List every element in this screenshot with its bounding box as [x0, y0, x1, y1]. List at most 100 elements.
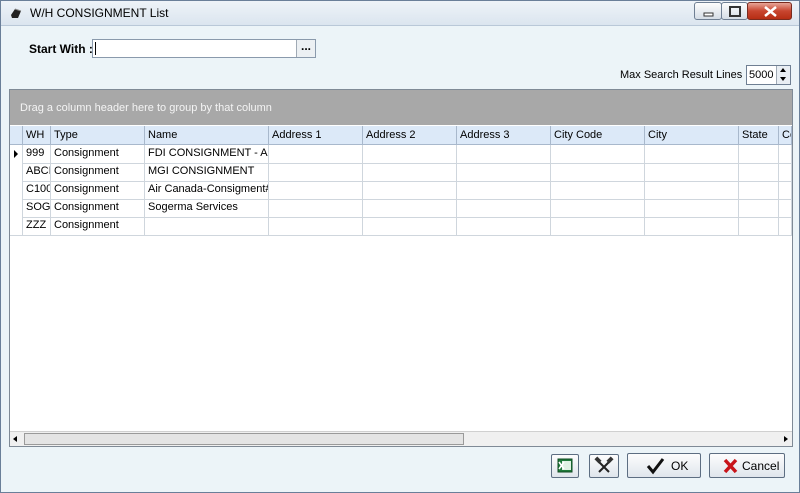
maximize-icon — [729, 6, 741, 17]
column-header-address-2[interactable]: Address 2 — [363, 126, 457, 144]
start-with-input[interactable]: ... — [92, 39, 316, 58]
minimize-button[interactable] — [694, 2, 722, 20]
cell-state[interactable] — [739, 181, 779, 199]
cell-address-3[interactable] — [457, 145, 551, 163]
cell-country[interactable] — [779, 217, 792, 235]
column-header-city-code[interactable]: City Code — [551, 126, 645, 144]
cell-city[interactable] — [645, 217, 739, 235]
column-header-wh[interactable]: WH — [23, 126, 51, 144]
column-header-city[interactable]: City — [645, 126, 739, 144]
cell-address-3[interactable] — [457, 199, 551, 217]
cell-type[interactable]: Consignment — [51, 145, 145, 163]
table-row[interactable]: SOG Consignment Sogerma Services — [10, 199, 792, 218]
cell-city[interactable] — [645, 145, 739, 163]
cell-country[interactable] — [779, 163, 792, 181]
minimize-icon — [703, 12, 714, 17]
tools-icon — [594, 456, 614, 473]
cell-city-code[interactable] — [551, 217, 645, 235]
close-button[interactable] — [747, 2, 792, 20]
cell-address-3[interactable] — [457, 163, 551, 181]
spin-down-arrow-icon[interactable] — [776, 75, 790, 84]
cancel-label: Cancel — [742, 459, 780, 473]
grid-header-row: WH Type Name Address 1 Address 2 Address… — [10, 126, 792, 145]
column-header-address-3[interactable]: Address 3 — [457, 126, 551, 144]
cell-address-2[interactable] — [363, 181, 457, 199]
cell-type[interactable]: Consignment — [51, 163, 145, 181]
cell-country[interactable] — [779, 145, 792, 163]
row-selector[interactable] — [10, 163, 23, 181]
cell-city-code[interactable] — [551, 163, 645, 181]
cell-address-1[interactable] — [269, 145, 363, 163]
table-row[interactable]: C100 Consignment Air Canada-Consigment#5 — [10, 181, 792, 200]
consignment-grid[interactable]: Drag a column header here to group by th… — [9, 89, 793, 447]
cell-type[interactable]: Consignment — [51, 181, 145, 199]
maximize-button[interactable] — [721, 2, 748, 20]
cell-city[interactable] — [645, 199, 739, 217]
scrollbar-thumb[interactable] — [24, 433, 464, 445]
column-header-name[interactable]: Name — [145, 126, 269, 144]
row-selector[interactable] — [10, 217, 23, 235]
cell-address-3[interactable] — [457, 217, 551, 235]
row-selector-header — [10, 126, 23, 144]
cell-wh[interactable]: ZZZ — [23, 217, 51, 235]
browse-ellipsis-button[interactable]: ... — [296, 40, 315, 57]
row-selector[interactable] — [10, 145, 23, 163]
cell-state[interactable] — [739, 217, 779, 235]
cell-name[interactable]: Air Canada-Consigment#5 — [145, 181, 269, 199]
cancel-button[interactable]: Cancel — [709, 453, 785, 478]
scroll-right-arrow-icon[interactable] — [784, 436, 788, 442]
cell-address-2[interactable] — [363, 145, 457, 163]
cell-address-2[interactable] — [363, 217, 457, 235]
cell-city[interactable] — [645, 181, 739, 199]
column-header-address-1[interactable]: Address 1 — [269, 126, 363, 144]
cell-type[interactable]: Consignment — [51, 217, 145, 235]
cell-wh[interactable]: ABCI — [23, 163, 51, 181]
column-header-state[interactable]: State — [739, 126, 779, 144]
max-lines-value: 5000 — [749, 69, 774, 81]
cell-type[interactable]: Consignment — [51, 199, 145, 217]
tools-button[interactable] — [589, 454, 619, 478]
table-row[interactable]: ABCI Consignment MGI CONSIGNMENT — [10, 163, 792, 182]
cell-state[interactable] — [739, 163, 779, 181]
cell-country[interactable] — [779, 181, 792, 199]
cell-address-1[interactable] — [269, 199, 363, 217]
text-cursor — [95, 42, 96, 55]
group-by-panel[interactable]: Drag a column header here to group by th… — [10, 90, 792, 125]
cell-name[interactable]: Sogerma Services — [145, 199, 269, 217]
cell-name[interactable]: MGI CONSIGNMENT — [145, 163, 269, 181]
excel-icon — [557, 458, 573, 473]
max-lines-spinner[interactable]: 5000 — [746, 65, 791, 85]
row-selector[interactable] — [10, 199, 23, 217]
cell-address-1[interactable] — [269, 163, 363, 181]
title-bar[interactable]: W/H CONSIGNMENT List — [1, 1, 799, 26]
cell-city-code[interactable] — [551, 145, 645, 163]
cell-state[interactable] — [739, 199, 779, 217]
cell-name[interactable] — [145, 217, 269, 235]
cell-address-2[interactable] — [363, 199, 457, 217]
cell-address-1[interactable] — [269, 181, 363, 199]
cell-country[interactable] — [779, 199, 792, 217]
cell-city-code[interactable] — [551, 199, 645, 217]
cell-wh[interactable]: SOG — [23, 199, 51, 217]
table-row[interactable]: 999 Consignment FDI CONSIGNMENT - Al — [10, 145, 792, 164]
export-excel-button[interactable] — [551, 454, 579, 478]
column-header-country[interactable]: Co — [779, 126, 792, 144]
ok-label: OK — [671, 459, 689, 473]
cell-state[interactable] — [739, 145, 779, 163]
cell-address-2[interactable] — [363, 163, 457, 181]
cell-name[interactable]: FDI CONSIGNMENT - Al — [145, 145, 269, 163]
column-header-type[interactable]: Type — [51, 126, 145, 144]
horizontal-scrollbar[interactable] — [10, 431, 792, 446]
row-selector[interactable] — [10, 181, 23, 199]
cell-city-code[interactable] — [551, 181, 645, 199]
scroll-left-arrow-icon[interactable] — [13, 436, 17, 442]
cell-wh[interactable]: 999 — [23, 145, 51, 163]
table-row[interactable]: ZZZ Consignment — [10, 217, 792, 236]
cell-wh[interactable]: C100 — [23, 181, 51, 199]
cell-city[interactable] — [645, 163, 739, 181]
checkmark-icon — [646, 458, 665, 475]
cell-address-3[interactable] — [457, 181, 551, 199]
cell-address-1[interactable] — [269, 217, 363, 235]
ok-button[interactable]: OK — [627, 453, 701, 478]
window-title: W/H CONSIGNMENT List — [30, 6, 169, 20]
